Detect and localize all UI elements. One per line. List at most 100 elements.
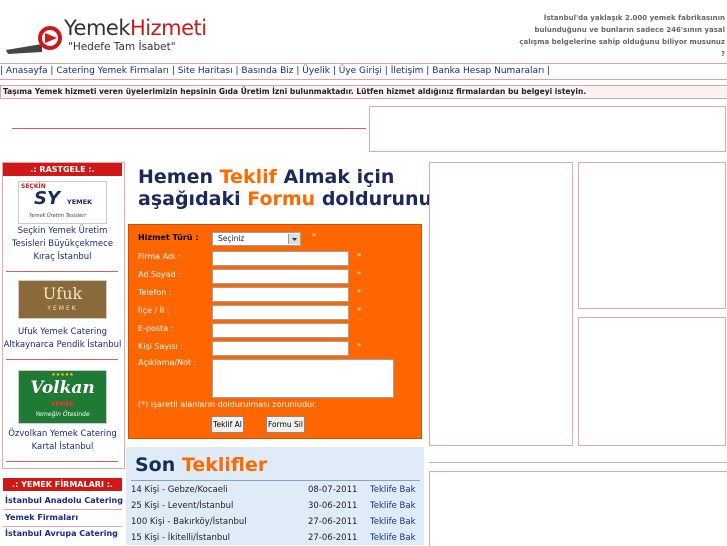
reset-form-button[interactable]: Formu Sil [266,416,305,433]
nav-separator: | [0,66,4,76]
email-input[interactable] [212,323,349,338]
offer-link[interactable]: Teklife Bak [370,517,416,527]
nav-item-sitemap[interactable]: Site Haritası [178,66,233,76]
nav-separator: | [426,66,430,76]
person-count-input[interactable] [212,341,349,356]
nav-separator: | [171,66,175,76]
offer-desc: 14 Kişi - Gebze/Kocaeli [131,485,228,495]
offer-date: 27-06-2011 [308,533,358,543]
offer-link[interactable]: Teklife Bak [370,485,416,495]
service-type-select[interactable]: Seçiniz [212,232,301,246]
logo-text: YEMEK [67,198,93,206]
required-mark: * [357,270,361,279]
ad-box-bottom [429,471,727,546]
offer-link[interactable]: Teklife Bak [370,533,416,543]
company-name-input[interactable] [212,251,349,266]
offer-date: 08-07-2011 [308,485,358,495]
notice-line: bulunduğunu ve bunların sadece 246'sının… [534,26,725,34]
offer-desc: 100 Kişi - Bakırköy/İstanbul [131,517,247,527]
firm-logo-volkan[interactable]: ★★★★★ Volkan YEMEK Yemeğin Ötesinde [18,370,107,424]
ad-box-right-bottom [578,317,726,446]
notice-line: ? [720,50,725,58]
logo-text: Yemek Üretim Tesisleri [29,213,86,219]
sidebar-firm-link[interactable]: İstanbul Avrupa Catering [3,525,124,542]
nav-item-anasayfa[interactable]: Anasayfa [6,66,48,76]
required-mark: * [357,306,361,315]
nav-separator: | [547,66,551,76]
nav-item-bank-accounts[interactable]: Banka Hesap Numaraları [432,66,544,76]
field-label: Kişi Sayısı : [138,342,183,351]
required-mark: * [312,232,316,241]
logo-text: YEMEK [47,305,78,312]
ad-box-middle [429,162,573,446]
sidebar-firm-link[interactable]: Yemek Firmaları [3,509,124,526]
offer-link[interactable]: Teklife Bak [370,501,416,511]
nav-item-contact[interactable]: İletişim [391,66,424,76]
logo-text: Volkan [30,378,95,398]
sidebar-separator [6,359,118,360]
service-type-label: Hizmet Türü : [138,233,199,242]
nav-separator: | [384,66,388,76]
field-label: Ad Soyad : [138,270,181,279]
select-value: Seçiniz [218,234,245,243]
submit-quote-button[interactable]: Teklif Al [211,416,244,433]
required-note: (*) işaretli alanların doldurulması zoru… [138,400,318,409]
notice-line: İstanbul'da yaklaşık 2.000 yemek fabrika… [543,14,725,22]
nav-separator: | [332,66,336,76]
notes-textarea[interactable] [212,359,394,398]
latest-offers-title: Son Teklifler [135,454,268,476]
sidebar-firm-link[interactable]: İstanbul Anadolu Catering [3,492,124,509]
logo-text: YEMEK [50,401,75,408]
field-label: Telefon : [138,288,172,297]
required-mark: * [357,288,361,297]
full-name-input[interactable] [212,269,349,284]
ad-box-top [369,106,726,152]
logo-wordmark: YemekHizmeti [64,16,207,40]
logo-tagline: "Hedefe Tam İsabet" [68,41,176,53]
notice-line: çalışma belgelerine sahip olduğunu biliy… [519,38,725,46]
nav-item-member-login[interactable]: Üye Girişi [339,66,382,76]
divider [12,128,366,129]
offer-date: 30-06-2011 [308,501,358,511]
nav-separator: | [296,66,300,76]
sidebar-separator [6,461,118,462]
firm-logo-ufuk[interactable]: Ufuk YEMEK [18,280,107,319]
phone-input[interactable] [212,287,349,302]
field-label: Açıklama/Not : [138,358,197,367]
main-nav: | Anasayfa | Catering Yemek Firmaları | … [0,63,727,80]
warning-bar: Taşıma Yemek hizmeti veren üyelerimizin … [0,85,727,99]
header-notice: İstanbul'da yaklaşık 2.000 yemek fabrika… [515,12,725,60]
field-label: E-posta : [138,324,174,333]
required-mark: * [357,252,361,261]
nav-item-catering-firms[interactable]: Catering Yemek Firmaları [56,66,169,76]
banner-line-1: Hemen Teklif Almak için [138,166,395,188]
offer-desc: 15 Kişi - İkitelli/İstanbul [131,533,231,543]
firm-caption[interactable]: Özvolkan Yemek Catering Kartal İstanbul [3,428,122,454]
firm-caption[interactable]: Seçkin Yemek Üretim Tesisleri Büyükçekme… [3,225,122,264]
divider [429,462,727,463]
field-label: Firma Adı : [138,252,181,261]
nav-separator: | [235,66,239,76]
logo-target-icon [6,26,62,54]
firm-logo-seckin[interactable]: SEÇKİN SY YEMEK Yemek Üretim Tesisleri [18,181,107,224]
offer-desc: 25 Kişi - Levent/İstanbul [131,501,234,511]
chevron-down-icon [288,234,300,244]
field-label: İlçe / İl : [138,306,170,315]
nav-item-press[interactable]: Basında Biz [241,66,293,76]
site-logo[interactable]: YemekHizmeti "Hedefe Tam İsabet" [4,10,207,60]
divider [131,480,420,481]
logo-text: SY [34,188,60,209]
required-mark: * [357,342,361,351]
banner-line-2: aşağıdaki Formu doldurunuz. [138,188,451,210]
sidebar-firms-title: .: YEMEK FİRMALARI :. [3,478,122,491]
ad-box-right-top [578,162,726,309]
offer-date: 27-06-2011 [308,517,358,527]
district-city-input[interactable] [212,305,349,320]
logo-text: Yemeğin Ötesinde [35,411,90,418]
sidebar-random-title: .: RASTGELE :. [3,163,122,176]
nav-separator: | [50,66,54,76]
nav-item-membership[interactable]: Üyelik [302,66,330,76]
sidebar-separator [6,271,118,272]
firm-caption[interactable]: Ufuk Yemek Catering Altkaynarca Pendik İ… [3,326,122,352]
logo-text: Ufuk [42,284,83,303]
